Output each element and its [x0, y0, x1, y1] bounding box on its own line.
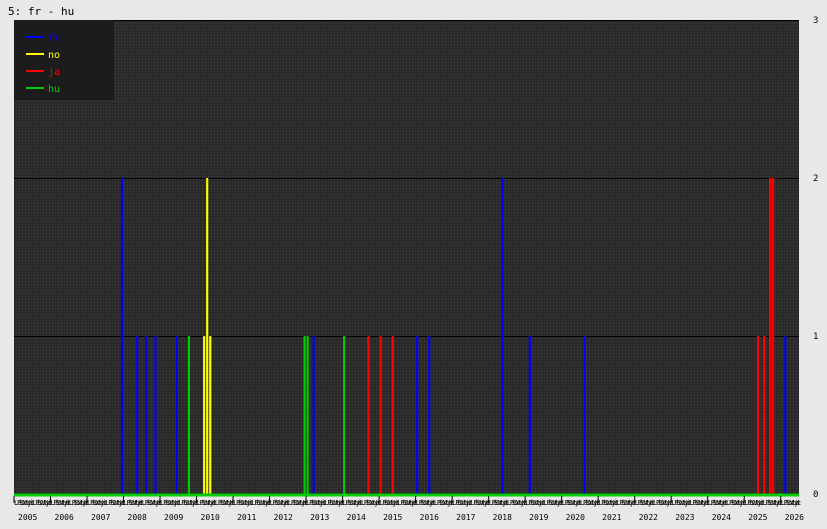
chart-svg: 5: fr - hu 0 1 2 3 LiPoStVyUtiLiPoStVyUtiLiP…	[8, 5, 818, 522]
bar-ja	[769, 178, 772, 494]
legend-label-ja: ja	[48, 67, 60, 78]
bar-fr	[428, 336, 431, 494]
bar-fr	[136, 336, 139, 494]
bar-ja	[367, 336, 370, 494]
bar-fr	[416, 336, 419, 494]
bar-ja	[762, 336, 766, 494]
bar-fr	[528, 336, 531, 494]
year-tick-label: 2008	[128, 513, 147, 522]
bar-ja	[379, 336, 382, 494]
month-tick-label: i	[796, 499, 800, 507]
year-tick-label: 2012	[274, 513, 293, 522]
bar-fr	[120, 178, 124, 494]
chart-root: 5: fr - hu 0 1 2 3 Li Po St Vy Ut i Li Po St Vy Ut i Li P…	[0, 0, 827, 525]
year-tick-label: 2017	[456, 513, 475, 522]
legend-label-no: no	[48, 50, 60, 61]
bar-hu	[306, 336, 309, 494]
year-tick-label: 2007	[91, 513, 110, 522]
year-tick-label: 2013	[310, 513, 329, 522]
bar-fr	[312, 336, 315, 494]
bar-fr	[784, 336, 787, 494]
bar-fr	[175, 336, 178, 494]
chart-title: 5: fr - hu	[8, 5, 74, 18]
year-tick-label: 2026	[785, 513, 804, 522]
year-tick-label: 2015	[383, 513, 402, 522]
year-tick-label: 2016	[420, 513, 439, 522]
year-tick-label: 2025	[748, 513, 767, 522]
legend-label-fr: fr	[48, 33, 60, 44]
year-tick-label: 2021	[602, 513, 621, 522]
year-tick-label: 2022	[639, 513, 658, 522]
bar-fr	[501, 178, 504, 494]
bar-no	[209, 336, 212, 494]
bar-no	[206, 178, 209, 494]
bar-ja	[756, 336, 759, 494]
year-tick-label: 2014	[347, 513, 366, 522]
bar-no	[203, 336, 206, 494]
y-tick-label: 1	[813, 332, 818, 342]
year-tick-label: 2019	[529, 513, 548, 522]
bar-hu	[343, 336, 346, 494]
bar-fr	[154, 336, 157, 494]
year-tick-label: 2009	[164, 513, 183, 522]
bar-hu	[303, 336, 306, 494]
bar-hu	[187, 336, 191, 494]
bar-fr	[583, 336, 586, 494]
y-tick-label: 3	[813, 16, 818, 26]
bar-ja	[772, 178, 775, 494]
year-tick-label: 2018	[493, 513, 512, 522]
year-tick-label: 2024	[712, 513, 731, 522]
year-tick-label: 2020	[566, 513, 585, 522]
month-tick-labels: LiPoStVyUtiLiPoStVyUtiLiPoStVyUtiLiPoStV…	[14, 499, 801, 507]
year-tick-label: 2006	[55, 513, 74, 522]
bar-ja	[391, 336, 394, 494]
year-tick-label: 2005	[18, 513, 37, 522]
year-tick-label: 2011	[237, 513, 256, 522]
y-tick-label: 0	[813, 490, 818, 500]
bar-fr	[145, 336, 148, 494]
year-tick-label: 2023	[675, 513, 694, 522]
year-tick-label: 2010	[201, 513, 220, 522]
legend: fr no ja hu	[14, 20, 114, 100]
legend-label-hu: hu	[48, 84, 60, 95]
y-tick-label: 2	[813, 174, 818, 184]
